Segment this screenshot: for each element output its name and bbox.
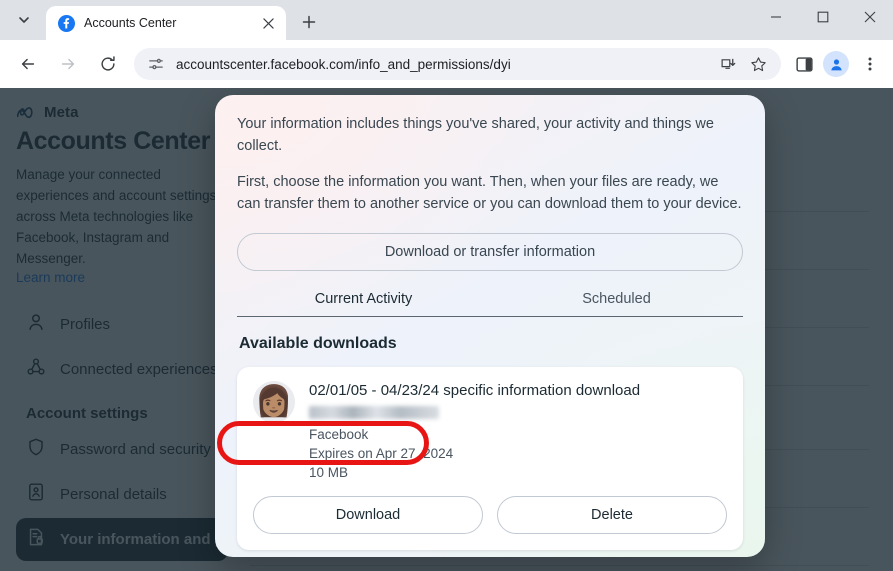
download-information-modal: Your information includes things you've … xyxy=(215,95,765,557)
star-icon[interactable] xyxy=(745,51,771,77)
tab-strip: Accounts Center xyxy=(0,0,893,40)
browser-toolbar: accountscenter.facebook.com/info_and_per… xyxy=(0,40,893,88)
modal-paragraph-2: First, choose the information you want. … xyxy=(237,174,742,212)
tab-title: Accounts Center xyxy=(84,16,177,30)
download-title: 02/01/05 - 04/23/24 specific information… xyxy=(309,382,641,399)
tab-search-icon[interactable] xyxy=(4,3,44,37)
close-icon[interactable] xyxy=(846,0,893,33)
download-button[interactable]: Download xyxy=(253,496,483,534)
profile-avatar-icon[interactable] xyxy=(823,51,849,77)
window-controls xyxy=(752,0,893,33)
new-tab-button[interactable] xyxy=(294,7,324,37)
forward-arrow-icon xyxy=(52,48,84,80)
modal-tabs: Current Activity Scheduled xyxy=(237,291,743,317)
browser-window: Accounts Center accountscenter.facebook.… xyxy=(0,0,893,571)
install-app-icon[interactable] xyxy=(715,51,741,77)
delete-button[interactable]: Delete xyxy=(497,496,727,534)
download-expiry: Expires on Apr 27, 2024 xyxy=(309,446,454,461)
download-size: 10 MB xyxy=(309,465,349,480)
tab-scheduled[interactable]: Scheduled xyxy=(490,291,743,316)
download-source: Facebook xyxy=(309,427,369,442)
facebook-icon xyxy=(58,14,75,32)
minimize-icon[interactable] xyxy=(752,0,799,33)
download-or-transfer-information-button[interactable]: Download or transfer information xyxy=(237,233,743,271)
reload-icon[interactable] xyxy=(92,48,124,80)
side-panel-icon[interactable] xyxy=(789,49,819,79)
woman-avatar-icon: 👩🏽 xyxy=(253,381,295,423)
address-bar[interactable]: accountscenter.facebook.com/info_and_per… xyxy=(134,48,781,80)
page-viewport: Meta Accounts Center Manage your connect… xyxy=(0,88,893,571)
maximize-icon[interactable] xyxy=(799,0,846,33)
tab-current-activity[interactable]: Current Activity xyxy=(237,291,490,316)
close-icon[interactable] xyxy=(258,13,278,33)
download-card: 👩🏽 02/01/05 - 04/23/24 specific informat… xyxy=(237,367,743,550)
page-settings-icon[interactable] xyxy=(146,54,166,74)
url-text: accountscenter.facebook.com/info_and_per… xyxy=(176,56,511,72)
back-arrow-icon[interactable] xyxy=(12,48,44,80)
browser-tab[interactable]: Accounts Center xyxy=(46,6,286,40)
modal-paragraph-1: Your information includes things you've … xyxy=(237,116,714,154)
redacted-name xyxy=(309,406,439,419)
download-card-actions: Download Delete xyxy=(253,496,727,534)
three-dot-menu-icon[interactable] xyxy=(855,49,885,79)
available-downloads-heading: Available downloads xyxy=(239,335,397,352)
